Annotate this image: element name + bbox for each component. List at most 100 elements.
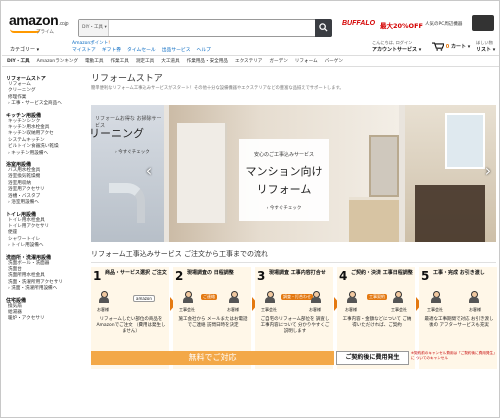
contract-tag: 工事契約: [367, 294, 387, 300]
account-menu[interactable]: こんにちは, ログイン アカウントサービス ▾: [372, 40, 421, 53]
subnav-item[interactable]: バーゲン: [325, 58, 343, 64]
nav-link-gift[interactable]: ギフト券: [102, 46, 121, 53]
subnav-item[interactable]: Amazonランキング: [37, 58, 78, 64]
subnav-item[interactable]: リフォーム: [295, 58, 318, 64]
sidebar: リフォームストア リフォーム クリーニング 修理作業 › 工事・サービス全商品へ…: [6, 71, 86, 323]
sidebar-heading: キッチン用設備: [6, 112, 42, 119]
paid-after-contract-bar: ご契約後に費用発生: [336, 351, 409, 365]
subnav-item[interactable]: 大工道具: [161, 58, 179, 64]
promo-text: 最大20%OFF: [380, 22, 423, 30]
sidebar-more-link[interactable]: › 洗面・洗濯所用設備へ: [6, 286, 86, 292]
nav-link-timesale[interactable]: タイムセール: [127, 46, 156, 53]
person-label: お客様: [345, 307, 357, 312]
prime-label: プライム: [36, 30, 54, 35]
person-label: 工事会社: [261, 307, 277, 312]
hero-left-check-link[interactable]: › 今すぐチェック: [115, 149, 150, 155]
hero-carousel[interactable]: リフォームお得な お掃除サービス リーニング › 今すぐチェック 安心のご工事込…: [91, 105, 496, 242]
step-title: 現場調査の 日程調整: [187, 270, 234, 276]
step-number: 4: [339, 269, 348, 283]
person-icon: [431, 291, 441, 305]
promo-sub: 人気のPC周辺機器: [425, 22, 463, 27]
carousel-next-arrow-icon[interactable]: ›: [482, 161, 494, 181]
step-number: 1: [93, 269, 102, 283]
hero-slide-center[interactable]: 安心のご工事込みサービス マンション向け リフォーム › 今すぐチェック: [169, 105, 399, 242]
person-label: 工事会社: [427, 307, 443, 312]
hero-left-big: リーニング: [91, 127, 144, 140]
cart-button[interactable]: 0 カート ▾: [432, 42, 470, 51]
subnav-item[interactable]: DIY・工具: [7, 58, 30, 64]
sidebar-heading: 浴室用設備: [6, 162, 32, 169]
cart-icon: [432, 42, 445, 51]
step-illustration: お客様 amazon: [97, 291, 165, 313]
nav-links: マイストア ギフト券 タイムセール 出品サービス ヘルプ: [72, 46, 211, 53]
hero-check-link[interactable]: › 今すぐチェック: [239, 205, 329, 211]
shelf-image: [177, 123, 227, 223]
search-button[interactable]: [315, 19, 332, 37]
person-label: お客様: [469, 307, 481, 312]
person-icon: [311, 291, 321, 305]
step-illustration: お客様 工事契約 工事会社: [343, 291, 411, 313]
promo-banner[interactable]: BUFFALO 最大20%OFF 人気のPC周辺機器: [342, 20, 472, 32]
person-icon: [99, 291, 109, 305]
subnav: DIY・工具 Amazonランキング 電動工具 作業工具 測定工具 大工道具 作…: [2, 55, 499, 67]
sidebar-more-link[interactable]: › 浴室用設備へ: [6, 200, 86, 206]
hero-caption: 安心のご工事込みサービス マンション向け リフォーム › 今すぐチェック: [239, 139, 329, 221]
step-body: 最適な工事期間で対応 お引き渡し後の アフターサービスも充実: [424, 317, 494, 328]
carousel-prev-arrow-icon[interactable]: ‹: [143, 161, 155, 181]
survey-tag: 調査・打合わせ: [281, 294, 313, 300]
step-title: 現場調査 工事内容打合せ: [269, 270, 326, 276]
step-title: ご契約・決済 工事日程調整: [351, 270, 413, 276]
search-category-select[interactable]: DIY・工具 ▾: [79, 20, 109, 36]
nav-link-seller[interactable]: 出品サービス: [162, 46, 191, 53]
sidebar-more-link[interactable]: › 工事・サービス全商品へ: [6, 101, 86, 107]
sidebar-heading: トイレ用設備: [6, 211, 37, 218]
stools-image: [415, 185, 485, 242]
sidebar-item[interactable]: 暖炉・アクセサリ: [6, 316, 86, 322]
step-body: ご自宅のリフォーム部位を 調査し工事内容について 分かりやすくご説明します: [260, 317, 330, 334]
step-title: 商品・サービス選択 ご注文: [105, 270, 167, 276]
contact-tag: ご連絡: [201, 294, 217, 300]
category-button[interactable]: カテゴリー ▾: [10, 46, 39, 53]
faucet-image: [109, 183, 145, 223]
browser-frame: amazon.co.jp プライム DIY・工具 ▾ BUFFALO 最大20%…: [0, 0, 500, 418]
sidebar-heading: 住宅設備: [6, 297, 27, 304]
step-title: 工事・完成 お引き渡し: [433, 270, 485, 276]
person-icon: [393, 291, 403, 305]
cancellation-note: ※契約前のキャンセル費用は「ご契約後に費用発生」に ついてのキャンセル: [411, 351, 495, 360]
sidebar-heading: 洗面所・洗濯用設備: [6, 254, 52, 261]
sidebar-more-link[interactable]: › キッチン用設備へ: [6, 151, 86, 157]
step-illustration: 工事会社 お客様: [425, 291, 493, 313]
header: amazon.co.jp プライム DIY・工具 ▾ BUFFALO 最大20%…: [2, 2, 499, 54]
wishlist-menu[interactable]: ほしい物 リスト ▾: [476, 40, 495, 53]
sidebar-more-link[interactable]: › トイレ用設備へ: [6, 243, 86, 249]
nav-link-mystore[interactable]: マイストア: [72, 46, 96, 53]
person-icon: [183, 291, 193, 305]
window-image: [445, 113, 485, 169]
nav-link-help[interactable]: ヘルプ: [197, 46, 211, 53]
person-label: お客様: [97, 307, 109, 312]
subnav-item[interactable]: 電動工具: [85, 58, 103, 64]
subnav-item[interactable]: ガーデン: [269, 58, 287, 64]
page-description: 簡単便利なリフォーム工事込みサービスがスタート！その他十分な設備機器やエクステリ…: [91, 86, 344, 91]
person-label: 工事会社: [391, 307, 407, 312]
amazon-tag: amazon: [133, 295, 155, 302]
person-label: お客様: [309, 307, 321, 312]
hero-caption-small: 安心のご工事込みサービス: [253, 152, 314, 158]
promo-image[interactable]: [472, 15, 494, 31]
hero-caption-line1: マンション向け: [245, 165, 323, 178]
sidebar-heading: リフォームストア: [6, 76, 46, 82]
cart-count: 0: [445, 44, 450, 50]
search-bar[interactable]: DIY・工具 ▾: [78, 19, 332, 37]
person-label: お客様: [227, 307, 239, 312]
amazon-logo[interactable]: amazon.co.jp: [9, 12, 69, 28]
subnav-item[interactable]: 測定工具: [136, 58, 154, 64]
person-icon: [347, 291, 357, 305]
main-content: リフォームストア: [91, 71, 496, 84]
promo-brand: BUFFALO: [342, 20, 376, 27]
subnav-item[interactable]: エクステリア: [235, 58, 262, 64]
subnav-item[interactable]: 作業工具: [110, 58, 128, 64]
subnav-item[interactable]: 作業用品・安全用品: [187, 58, 228, 64]
search-icon: [319, 23, 328, 32]
hero-caption-line2: リフォーム: [256, 183, 312, 196]
mirror-image: [369, 135, 399, 197]
